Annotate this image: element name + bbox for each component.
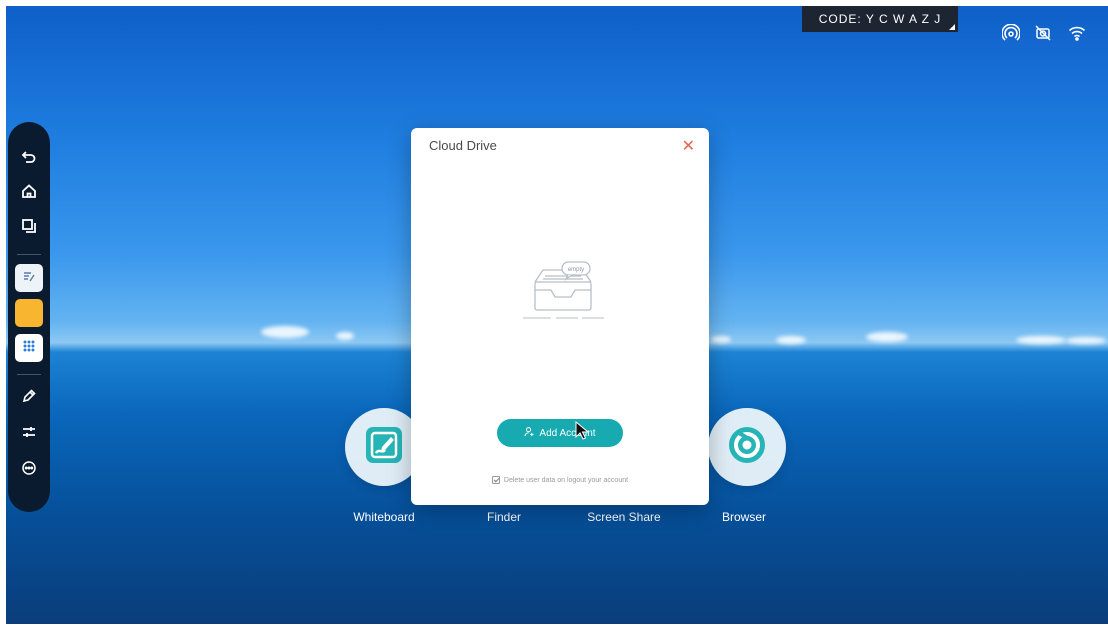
apps-grid-button[interactable] xyxy=(15,334,43,362)
user-add-icon xyxy=(524,426,535,440)
room-code-badge[interactable]: CODE: Y C W A Z J xyxy=(802,6,958,32)
wifi-icon[interactable] xyxy=(1066,22,1088,44)
delete-user-data-checkbox[interactable] xyxy=(491,476,500,484)
room-code-text: CODE: Y C W A Z J xyxy=(818,12,942,26)
screen-share-label[interactable]: Screen Share xyxy=(569,510,679,524)
cloud xyxy=(1016,336,1066,344)
add-account-button[interactable]: Add Account xyxy=(497,419,623,447)
more-button[interactable] xyxy=(15,456,43,484)
windows-icon xyxy=(21,218,37,239)
browser-label: Browser xyxy=(721,510,766,524)
yellow-app-button[interactable] xyxy=(15,299,43,327)
more-icon xyxy=(21,460,37,481)
note-app-button[interactable] xyxy=(15,264,43,292)
cloud xyxy=(261,326,309,338)
mouse-cursor-icon xyxy=(575,420,590,446)
cloud xyxy=(866,332,908,342)
cloud xyxy=(1066,337,1106,344)
whiteboard-label: Whiteboard xyxy=(353,510,415,524)
delete-user-data-option[interactable]: Delete user data on logout your account xyxy=(411,476,709,484)
windows-button[interactable] xyxy=(15,214,43,242)
empty-badge-text: empty xyxy=(568,267,584,273)
toolbar-divider xyxy=(17,254,41,255)
browser-app-tile xyxy=(708,408,786,486)
browser-icon xyxy=(725,423,769,472)
home-icon xyxy=(21,183,37,204)
dialog-title: Cloud Drive xyxy=(429,138,497,153)
cloud xyxy=(776,336,806,344)
home-button[interactable] xyxy=(15,179,43,207)
cloud-drive-dialog: Cloud Drive ✕ empty Add Account Delete u… xyxy=(411,128,709,505)
apps-grid-icon xyxy=(21,338,37,359)
settings-sliders-button[interactable] xyxy=(15,420,43,448)
cloud xyxy=(336,332,354,340)
back-button[interactable] xyxy=(15,144,43,172)
finder-label[interactable]: Finder xyxy=(449,510,559,524)
settings-sliders-icon xyxy=(21,424,37,445)
toolbar-divider xyxy=(17,374,41,375)
note-app-icon xyxy=(21,268,37,289)
side-toolbar xyxy=(8,122,50,512)
pen-button[interactable] xyxy=(15,384,43,412)
browser-app[interactable] xyxy=(702,408,792,486)
delete-user-data-label: Delete user data on logout your account xyxy=(503,476,629,484)
cloud xyxy=(711,336,731,343)
pen-icon xyxy=(21,388,37,409)
camera-off-icon[interactable] xyxy=(1032,22,1054,44)
expand-corner-icon xyxy=(949,24,955,30)
hotspot-icon[interactable] xyxy=(1000,22,1022,44)
back-icon xyxy=(21,148,37,169)
whiteboard-icon xyxy=(362,423,406,472)
desktop-screen: CODE: Y C W A Z J Whiteboard Finder Scre… xyxy=(6,6,1108,624)
empty-inbox-illustration: empty xyxy=(518,260,610,331)
close-icon[interactable]: ✕ xyxy=(682,136,695,156)
